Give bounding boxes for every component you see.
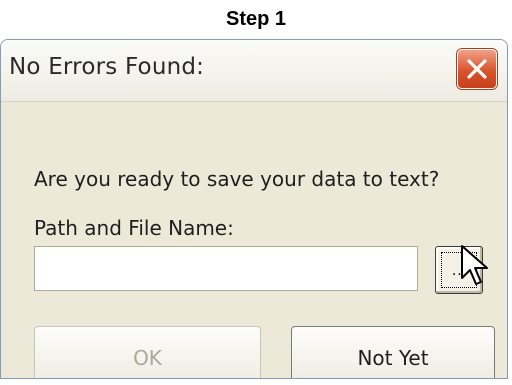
mouse-cursor-icon: [461, 245, 488, 285]
dialog-titlebar[interactable]: No Errors Found:: [1, 40, 507, 102]
dialog-title: No Errors Found:: [9, 54, 205, 80]
close-icon: [467, 59, 487, 79]
close-button[interactable]: [457, 49, 497, 89]
step-caption: Step 1: [225, 8, 287, 30]
save-dialog: No Errors Found: Are you ready to save y…: [0, 39, 508, 379]
path-file-name-input[interactable]: [34, 246, 418, 291]
ok-button[interactable]: OK: [34, 326, 261, 378]
not-yet-button[interactable]: Not Yet: [291, 326, 495, 378]
save-prompt-text: Are you ready to save your data to text?: [34, 167, 440, 191]
path-file-name-label: Path and File Name:: [34, 216, 234, 240]
